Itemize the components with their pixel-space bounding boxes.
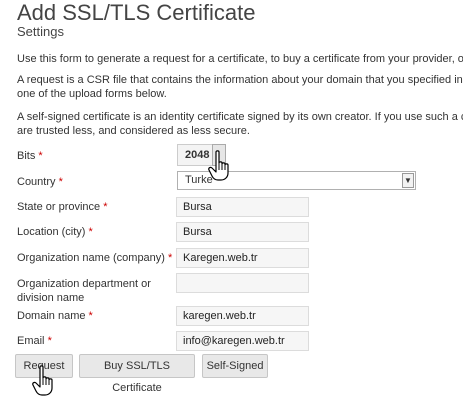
- country-label: Country *: [17, 176, 63, 188]
- chevron-down-icon: ▼: [402, 173, 414, 188]
- domain-label: Domain name *: [17, 310, 93, 322]
- required-mark: *: [58, 176, 63, 188]
- required-mark: *: [47, 335, 52, 347]
- bits-label: Bits *: [17, 150, 43, 162]
- organization-input[interactable]: Karegen.web.tr: [176, 248, 309, 268]
- hand-pointer-icon: [32, 365, 53, 396]
- buy-certificate-button[interactable]: Buy SSL/TLS Certificate: [79, 354, 195, 394]
- domain-input[interactable]: karegen.web.tr: [176, 306, 309, 326]
- department-label-line-1: Organization department or: [17, 278, 151, 290]
- required-mark: *: [38, 150, 43, 162]
- intro-paragraph-2-line-1: A request is a CSR file that contains th…: [17, 74, 463, 86]
- hand-pointer-icon: [208, 150, 229, 181]
- department-input[interactable]: [176, 273, 309, 293]
- self-signed-button[interactable]: Self-Signed: [202, 354, 268, 378]
- department-label-line-2: division name: [17, 292, 85, 304]
- page-title: Add SSL/TLS Certificate: [17, 0, 256, 25]
- state-label: State or province *: [17, 201, 108, 213]
- email-input[interactable]: info@karegen.web.tr: [176, 331, 309, 351]
- intro-paragraph-3-line-2: are trusted less, and considered as less…: [17, 125, 250, 137]
- email-label: Email *: [17, 335, 52, 347]
- location-input[interactable]: Bursa: [176, 222, 309, 242]
- required-mark: *: [103, 201, 108, 213]
- required-mark: *: [168, 252, 173, 264]
- intro-paragraph-1: Use this form to generate a request for …: [17, 53, 463, 65]
- page-subtitle: Settings: [17, 24, 64, 39]
- required-mark: *: [88, 310, 93, 322]
- location-label: Location (city) *: [17, 226, 93, 238]
- intro-paragraph-3-line-1: A self-signed certificate is an identity…: [17, 111, 463, 123]
- organization-label: Organization name (company) *: [17, 252, 173, 264]
- state-input[interactable]: Bursa: [176, 197, 309, 217]
- intro-paragraph-2-line-2: one of the upload forms below.: [17, 88, 167, 100]
- required-mark: *: [88, 226, 93, 238]
